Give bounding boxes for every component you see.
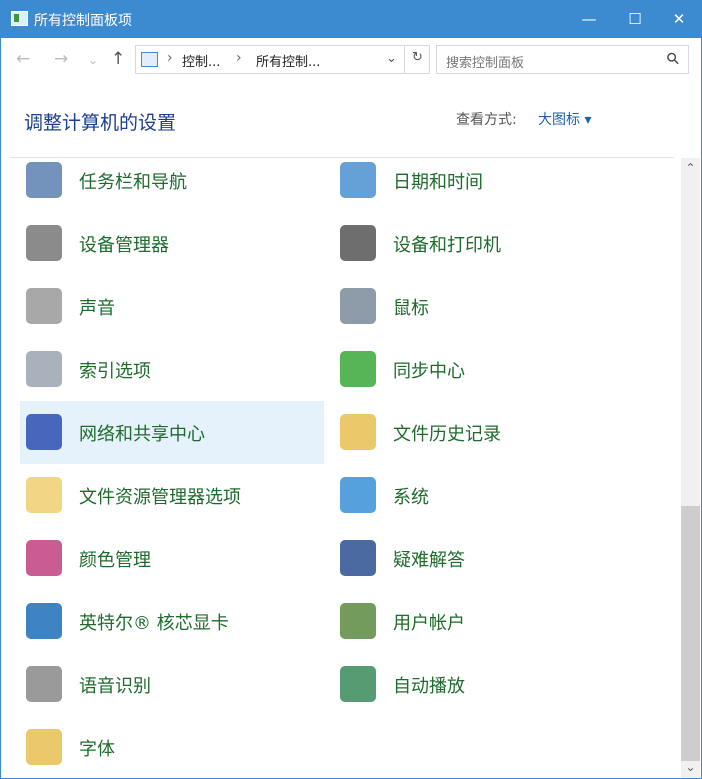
speaker-icon [26, 288, 62, 324]
item-label: 文件历史记录 [393, 424, 501, 445]
vertical-scrollbar[interactable]: ⌃ ⌄ [681, 158, 700, 778]
system-icon [340, 477, 376, 513]
control-panel-item[interactable]: 网络和共享中心 [20, 401, 324, 464]
item-label: 设备管理器 [79, 235, 169, 256]
breadcrumb-all-items[interactable]: 所有控制... [256, 51, 320, 70]
control-panel-item[interactable]: 文件历史记录 [334, 401, 638, 464]
control-panel-item[interactable]: 字体 [20, 716, 324, 779]
scrollbar-thumb[interactable] [681, 505, 700, 761]
item-label: 疑难解答 [393, 550, 465, 571]
control-panel-item[interactable]: 鼠标 [334, 275, 638, 338]
breadcrumb-separator: › [236, 50, 242, 66]
taskbar-icon [26, 162, 62, 198]
user-accounts-icon [340, 603, 376, 639]
control-panel-item[interactable]: 设备和打印机 [334, 212, 638, 275]
search-placeholder: 搜索控制面板 [446, 56, 525, 71]
control-panel-item[interactable]: 自动播放 [334, 653, 638, 716]
breadcrumb-control-panel[interactable]: 控制... [182, 51, 220, 70]
minimize-button[interactable]: — [566, 0, 612, 38]
view-by-dropdown[interactable]: 大图标 ▾ [538, 109, 591, 129]
item-label: 同步中心 [393, 361, 465, 382]
item-label: 文件资源管理器选项 [79, 487, 241, 508]
file-history-icon [340, 414, 376, 450]
item-label: 网络和共享中心 [79, 424, 205, 445]
item-label: 字体 [79, 739, 115, 760]
indexing-icon [26, 351, 62, 387]
control-panel-item[interactable]: 系统 [334, 464, 638, 527]
scroll-up-button[interactable]: ⌃ [681, 160, 700, 177]
close-button[interactable]: ✕ [656, 0, 702, 38]
window-title: 所有控制面板项 [34, 13, 132, 29]
control-panel-item[interactable]: 颜色管理 [20, 527, 324, 590]
sync-icon [340, 351, 376, 387]
control-panel-item[interactable]: 用户帐户 [334, 590, 638, 653]
item-label: 日期和时间 [393, 172, 483, 193]
item-label: 系统 [393, 487, 429, 508]
search-icon[interactable]: ⚲ [662, 48, 684, 70]
item-label: 自动播放 [393, 676, 465, 697]
scroll-down-button[interactable]: ⌄ [681, 759, 700, 776]
item-label: 颜色管理 [79, 550, 151, 571]
item-label: 任务栏和导航 [79, 172, 187, 193]
search-input[interactable]: 搜索控制面板 ⚲ [436, 45, 689, 74]
troubleshoot-icon [340, 540, 376, 576]
up-button[interactable]: ↑ [111, 49, 125, 69]
item-label: 索引选项 [79, 361, 151, 382]
item-label: 设备和打印机 [393, 235, 501, 256]
item-label: 鼠标 [393, 298, 429, 319]
item-label: 声音 [79, 298, 115, 319]
printer-icon [340, 225, 376, 261]
control-panel-item[interactable]: 日期和时间 [334, 149, 638, 212]
microphone-icon [26, 666, 62, 702]
control-panel-item[interactable]: 声音 [20, 275, 324, 338]
item-label: 用户帐户 [393, 613, 465, 634]
back-button[interactable]: ← [16, 49, 30, 69]
control-panel-icon [11, 11, 28, 26]
calendar-clock-icon [340, 162, 376, 198]
address-dropdown-button[interactable]: ⌄ [386, 51, 397, 66]
forward-button[interactable]: → [54, 49, 68, 69]
control-panel-item[interactable]: 任务栏和导航 [20, 149, 324, 212]
control-panel-item[interactable]: 语音识别 [20, 653, 324, 716]
intel-graphics-icon [26, 603, 62, 639]
device-manager-icon [26, 225, 62, 261]
control-panel-item[interactable]: 英特尔® 核芯显卡 [20, 590, 324, 653]
color-management-icon [26, 540, 62, 576]
autoplay-icon [340, 666, 376, 702]
control-panel-icon [141, 52, 158, 67]
mouse-icon [340, 288, 376, 324]
control-panel-item[interactable]: 文件资源管理器选项 [20, 464, 324, 527]
view-by-label: 查看方式: [456, 112, 517, 128]
fonts-icon [26, 729, 62, 765]
item-label: 语音识别 [79, 676, 151, 697]
control-panel-item[interactable]: 疑难解答 [334, 527, 638, 590]
network-icon [26, 414, 62, 450]
refresh-button[interactable]: ↻ [404, 46, 430, 73]
title-bar: 所有控制面板项 — ☐ ✕ [0, 0, 702, 38]
recent-locations-button[interactable]: ⌄ [88, 53, 98, 67]
folder-options-icon [26, 477, 62, 513]
page-title: 调整计算机的设置 [24, 112, 177, 134]
control-panel-item[interactable]: 设备管理器 [20, 212, 324, 275]
address-bar[interactable]: › 控制... › 所有控制... ⌄ ↻ [135, 45, 430, 74]
maximize-button[interactable]: ☐ [612, 0, 658, 38]
breadcrumb-separator: › [167, 50, 173, 66]
control-panel-item[interactable]: 索引选项 [20, 338, 324, 401]
control-panel-item[interactable]: 同步中心 [334, 338, 638, 401]
item-label: 英特尔® 核芯显卡 [79, 613, 229, 634]
